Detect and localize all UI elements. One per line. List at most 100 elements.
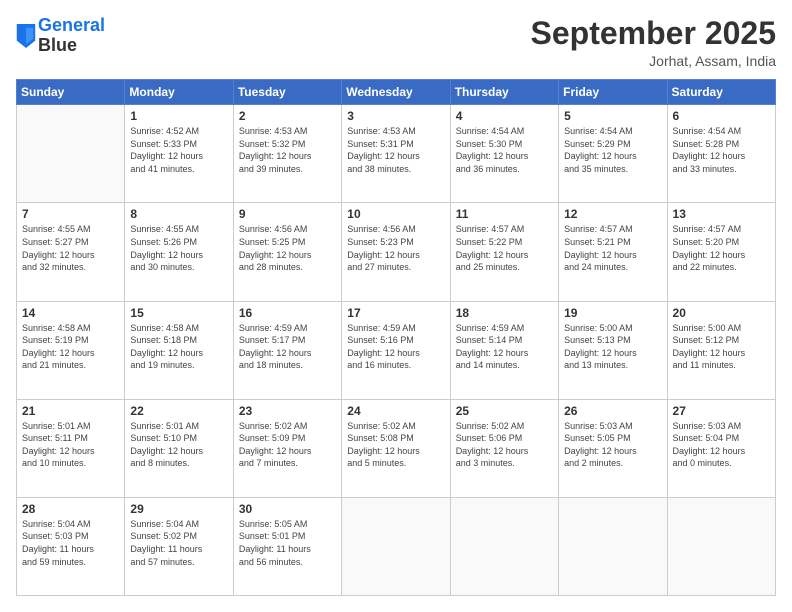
day-info: Sunrise: 5:03 AM Sunset: 5:04 PM Dayligh… xyxy=(673,420,770,470)
col-friday: Friday xyxy=(559,80,667,105)
day-number: 21 xyxy=(22,404,119,418)
calendar-cell: 23 Sunrise: 5:02 AM Sunset: 5:09 PM Dayli… xyxy=(233,399,341,497)
calendar-cell: 30Sunrise: 5:05 AM Sunset: 5:01 PM Dayli… xyxy=(233,497,341,595)
day-info: Sunrise: 4:57 AM Sunset: 5:20 PM Dayligh… xyxy=(673,223,770,273)
calendar-cell: 8 Sunrise: 4:55 AM Sunset: 5:26 PM Daylig… xyxy=(125,203,233,301)
calendar-table: Sunday Monday Tuesday Wednesday Thursday… xyxy=(16,79,776,596)
day-info: Sunrise: 4:59 AM Sunset: 5:16 PM Dayligh… xyxy=(347,322,444,372)
day-number: 22 xyxy=(130,404,227,418)
day-number: 6 xyxy=(673,109,770,123)
month-title: September 2025 xyxy=(531,16,776,51)
day-info: Sunrise: 5:04 AM Sunset: 5:02 PM Dayligh… xyxy=(130,518,227,568)
day-number: 4 xyxy=(456,109,553,123)
calendar-cell: 4Sunrise: 4:54 AM Sunset: 5:30 PM Daylig… xyxy=(450,105,558,203)
calendar-cell: 6Sunrise: 4:54 AM Sunset: 5:28 PM Daylig… xyxy=(667,105,775,203)
header: GeneralBlue September 2025 Jorhat, Assam… xyxy=(16,16,776,69)
calendar-cell: 9Sunrise: 4:56 AM Sunset: 5:25 PM Daylig… xyxy=(233,203,341,301)
calendar-cell: 2 Sunrise: 4:53 AM Sunset: 5:32 PM Daylig… xyxy=(233,105,341,203)
day-number: 20 xyxy=(673,306,770,320)
day-info: Sunrise: 5:02 AM Sunset: 5:08 PM Dayligh… xyxy=(347,420,444,470)
day-number: 1 xyxy=(130,109,227,123)
calendar-cell: 5 Sunrise: 4:54 AM Sunset: 5:29 PM Daylig… xyxy=(559,105,667,203)
col-saturday: Saturday xyxy=(667,80,775,105)
day-number: 8 xyxy=(130,207,227,221)
col-thursday: Thursday xyxy=(450,80,558,105)
calendar-cell: 13 Sunrise: 4:57 AM Sunset: 5:20 PM Dayli… xyxy=(667,203,775,301)
calendar-cell: 15 Sunrise: 4:58 AM Sunset: 5:18 PM Dayli… xyxy=(125,301,233,399)
day-info: Sunrise: 5:01 AM Sunset: 5:10 PM Dayligh… xyxy=(130,420,227,470)
day-info: Sunrise: 5:02 AM Sunset: 5:09 PM Dayligh… xyxy=(239,420,336,470)
calendar-cell: 14Sunrise: 4:58 AM Sunset: 5:19 PM Dayli… xyxy=(17,301,125,399)
calendar-cell xyxy=(559,497,667,595)
day-info: Sunrise: 5:00 AM Sunset: 5:13 PM Dayligh… xyxy=(564,322,661,372)
calendar-cell: 18 Sunrise: 4:59 AM Sunset: 5:14 PM Dayli… xyxy=(450,301,558,399)
day-info: Sunrise: 4:56 AM Sunset: 5:23 PM Dayligh… xyxy=(347,223,444,273)
day-info: Sunrise: 5:01 AM Sunset: 5:11 PM Dayligh… xyxy=(22,420,119,470)
col-tuesday: Tuesday xyxy=(233,80,341,105)
calendar-cell: 27Sunrise: 5:03 AM Sunset: 5:04 PM Dayli… xyxy=(667,399,775,497)
day-number: 5 xyxy=(564,109,661,123)
location: Jorhat, Assam, India xyxy=(531,53,776,69)
day-number: 26 xyxy=(564,404,661,418)
day-number: 2 xyxy=(239,109,336,123)
week-row-1: 1 Sunrise: 4:52 AM Sunset: 5:33 PM Daylig… xyxy=(17,105,776,203)
day-info: Sunrise: 4:55 AM Sunset: 5:26 PM Dayligh… xyxy=(130,223,227,273)
col-sunday: Sunday xyxy=(17,80,125,105)
week-row-2: 7 Sunrise: 4:55 AM Sunset: 5:27 PM Daylig… xyxy=(17,203,776,301)
day-info: Sunrise: 4:58 AM Sunset: 5:18 PM Dayligh… xyxy=(130,322,227,372)
day-number: 29 xyxy=(130,502,227,516)
day-info: Sunrise: 4:59 AM Sunset: 5:14 PM Dayligh… xyxy=(456,322,553,372)
day-number: 19 xyxy=(564,306,661,320)
calendar-cell: 29 Sunrise: 5:04 AM Sunset: 5:02 PM Dayli… xyxy=(125,497,233,595)
day-info: Sunrise: 4:53 AM Sunset: 5:32 PM Dayligh… xyxy=(239,125,336,175)
calendar-cell: 10 Sunrise: 4:56 AM Sunset: 5:23 PM Dayli… xyxy=(342,203,450,301)
calendar-cell: 26 Sunrise: 5:03 AM Sunset: 5:05 PM Dayli… xyxy=(559,399,667,497)
calendar-cell: 7 Sunrise: 4:55 AM Sunset: 5:27 PM Daylig… xyxy=(17,203,125,301)
week-row-5: 28 Sunrise: 5:04 AM Sunset: 5:03 PM Dayli… xyxy=(17,497,776,595)
day-number: 17 xyxy=(347,306,444,320)
day-info: Sunrise: 4:54 AM Sunset: 5:29 PM Dayligh… xyxy=(564,125,661,175)
title-block: September 2025 Jorhat, Assam, India xyxy=(531,16,776,69)
calendar-cell: 25 Sunrise: 5:02 AM Sunset: 5:06 PM Dayli… xyxy=(450,399,558,497)
day-number: 13 xyxy=(673,207,770,221)
day-number: 10 xyxy=(347,207,444,221)
day-number: 11 xyxy=(456,207,553,221)
calendar-cell: 22 Sunrise: 5:01 AM Sunset: 5:10 PM Dayli… xyxy=(125,399,233,497)
calendar-cell: 20Sunrise: 5:00 AM Sunset: 5:12 PM Dayli… xyxy=(667,301,775,399)
page: GeneralBlue September 2025 Jorhat, Assam… xyxy=(0,0,792,612)
day-number: 7 xyxy=(22,207,119,221)
calendar-cell: 24 Sunrise: 5:02 AM Sunset: 5:08 PM Dayli… xyxy=(342,399,450,497)
calendar-cell: 28 Sunrise: 5:04 AM Sunset: 5:03 PM Dayli… xyxy=(17,497,125,595)
day-number: 25 xyxy=(456,404,553,418)
day-info: Sunrise: 5:02 AM Sunset: 5:06 PM Dayligh… xyxy=(456,420,553,470)
day-number: 23 xyxy=(239,404,336,418)
day-number: 3 xyxy=(347,109,444,123)
day-number: 28 xyxy=(22,502,119,516)
calendar-cell: 1 Sunrise: 4:52 AM Sunset: 5:33 PM Daylig… xyxy=(125,105,233,203)
day-info: Sunrise: 4:55 AM Sunset: 5:27 PM Dayligh… xyxy=(22,223,119,273)
calendar-cell: 3Sunrise: 4:53 AM Sunset: 5:31 PM Daylig… xyxy=(342,105,450,203)
day-number: 24 xyxy=(347,404,444,418)
calendar-cell: 11Sunrise: 4:57 AM Sunset: 5:22 PM Dayli… xyxy=(450,203,558,301)
day-info: Sunrise: 5:05 AM Sunset: 5:01 PM Dayligh… xyxy=(239,518,336,568)
day-number: 16 xyxy=(239,306,336,320)
day-number: 12 xyxy=(564,207,661,221)
calendar-cell: 12 Sunrise: 4:57 AM Sunset: 5:21 PM Dayli… xyxy=(559,203,667,301)
calendar-cell: 16 Sunrise: 4:59 AM Sunset: 5:17 PM Dayli… xyxy=(233,301,341,399)
day-number: 15 xyxy=(130,306,227,320)
week-row-3: 14Sunrise: 4:58 AM Sunset: 5:19 PM Dayli… xyxy=(17,301,776,399)
day-info: Sunrise: 4:58 AM Sunset: 5:19 PM Dayligh… xyxy=(22,322,119,372)
col-wednesday: Wednesday xyxy=(342,80,450,105)
day-info: Sunrise: 5:04 AM Sunset: 5:03 PM Dayligh… xyxy=(22,518,119,568)
day-info: Sunrise: 4:52 AM Sunset: 5:33 PM Dayligh… xyxy=(130,125,227,175)
day-info: Sunrise: 4:59 AM Sunset: 5:17 PM Dayligh… xyxy=(239,322,336,372)
calendar-cell: 21 Sunrise: 5:01 AM Sunset: 5:11 PM Dayli… xyxy=(17,399,125,497)
day-info: Sunrise: 5:03 AM Sunset: 5:05 PM Dayligh… xyxy=(564,420,661,470)
calendar-cell xyxy=(667,497,775,595)
calendar-cell: 19 Sunrise: 5:00 AM Sunset: 5:13 PM Dayli… xyxy=(559,301,667,399)
col-monday: Monday xyxy=(125,80,233,105)
day-info: Sunrise: 4:57 AM Sunset: 5:21 PM Dayligh… xyxy=(564,223,661,273)
day-number: 18 xyxy=(456,306,553,320)
header-row: Sunday Monday Tuesday Wednesday Thursday… xyxy=(17,80,776,105)
calendar-cell xyxy=(342,497,450,595)
